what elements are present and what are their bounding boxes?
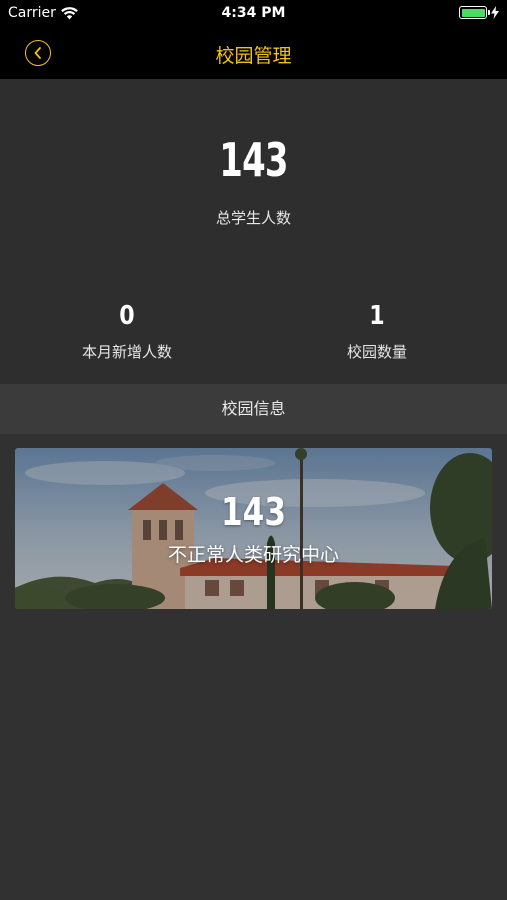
section-header: 校园信息	[0, 384, 507, 434]
new-this-month-label: 本月新增人数	[81, 343, 172, 361]
status-time: 4:34 PM	[221, 5, 286, 21]
stats-panel: 143 总学生人数 0 本月新增人数 1 校园数量	[0, 79, 507, 384]
battery-level	[461, 8, 485, 17]
total-students-value: 143	[219, 133, 288, 187]
page-title: 校园管理	[215, 45, 292, 67]
campus-card[interactable]: 143 不正常人类研究中心	[15, 448, 492, 609]
campus-name: 不正常人类研究中心	[167, 544, 339, 566]
battery-cap	[488, 10, 490, 15]
charging-bolt-icon	[491, 6, 499, 19]
status-bar: Carrier 4:34 PM	[0, 0, 507, 28]
new-this-month-stat: 0 本月新增人数	[0, 301, 254, 362]
navigation-bar: 校园管理	[0, 28, 507, 79]
status-right	[459, 6, 499, 19]
new-this-month-value: 0	[119, 301, 135, 331]
campus-count-label: 校园数量	[346, 343, 407, 361]
campus-count-value: 1	[369, 301, 385, 331]
total-students-label: 总学生人数	[215, 209, 291, 227]
battery-icon	[459, 6, 490, 19]
screen: Carrier 4:34 PM 校园管理 143 总学生人数 0 本月新增人数 …	[0, 0, 507, 900]
campus-student-count: 143	[220, 490, 287, 534]
campus-count-stat: 1 校园数量	[250, 301, 504, 362]
